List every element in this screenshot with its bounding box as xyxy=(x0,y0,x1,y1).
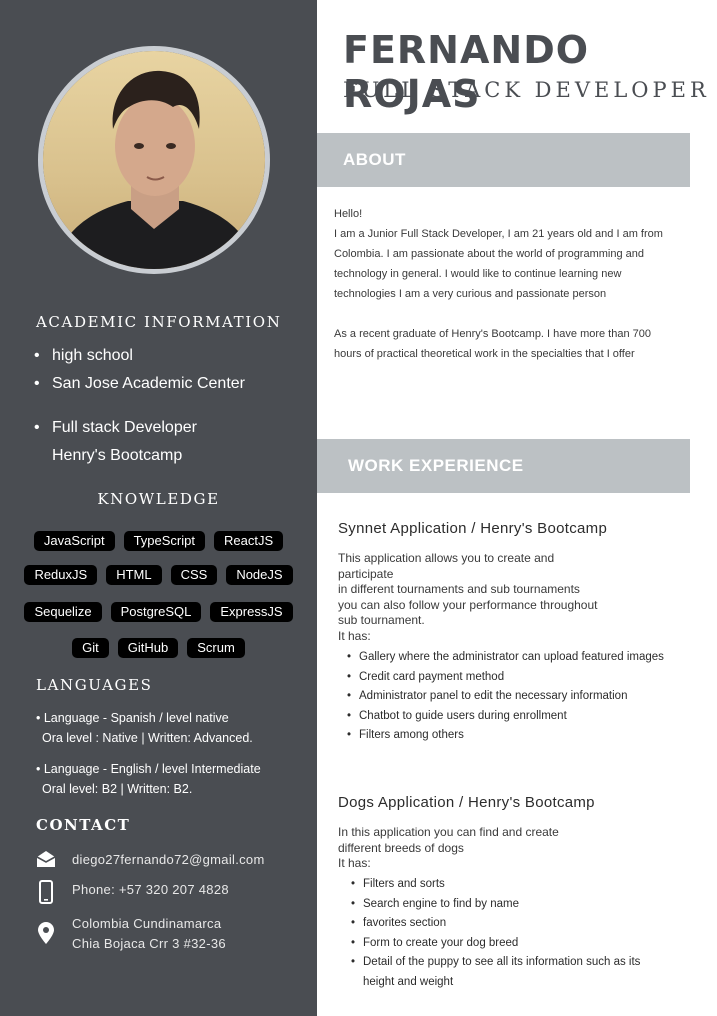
contact-heading: CONTACT xyxy=(36,816,131,834)
about-greeting: Hello! xyxy=(334,208,363,220)
skills-row: ReduxJS HTML CSS NodeJS xyxy=(0,565,317,585)
skill-chip: GitHub xyxy=(117,638,179,658)
language-level: Oral level: B2 | Written: B2. xyxy=(42,782,193,796)
skill-chip: Sequelize xyxy=(24,602,102,622)
academic-heading: ACADEMIC INFORMATION xyxy=(36,313,282,331)
about-paragraph: As a recent graduate of Henry's Bootcamp… xyxy=(334,328,652,360)
skill-chip: CSS xyxy=(170,565,218,585)
project-description-line: sub tournament. xyxy=(338,613,425,627)
skill-chip: Scrum xyxy=(187,638,245,658)
skills-row: JavaScript TypeScript ReactJS xyxy=(0,531,317,551)
skill-chip: HTML xyxy=(106,565,162,585)
project-feature: Credit card payment method xyxy=(347,668,669,688)
language-level: Ora level : Native | Written: Advanced. xyxy=(42,731,253,745)
address-line: Chia Bojaca Crr 3 #32-36 xyxy=(72,936,226,951)
project-feature: Form to create your dog breed xyxy=(351,934,653,954)
contact-address: Colombia Cundinamarca Chia Bojaca Crr 3 … xyxy=(36,914,226,954)
sidebar: ACADEMIC INFORMATION high school San Jos… xyxy=(0,0,317,1016)
academic-item: high school xyxy=(34,342,245,370)
email-text[interactable]: diego27fernando72@gmail.com xyxy=(72,850,265,870)
academic-item: San Jose Academic Center xyxy=(34,370,245,398)
skill-chip: ReduxJS xyxy=(24,565,98,585)
academic-list-bootcamp: Full stack Developer Henry's Bootcamp xyxy=(34,414,197,470)
language-item: • Language - Spanish / level native Ora … xyxy=(36,708,253,748)
project-feature-list: Gallery where the administrator can uplo… xyxy=(347,648,669,746)
project-description: This application allows you to create an… xyxy=(338,551,658,644)
project-feature: Chatbot to guide users during enrollment xyxy=(347,707,669,727)
location-pin-icon xyxy=(36,914,56,944)
project-feature: Filters and sorts xyxy=(351,875,653,895)
language-line: • Language - Spanish / level native xyxy=(36,711,229,725)
project-feature-list: Filters and sorts Search engine to find … xyxy=(351,875,653,992)
profile-photo xyxy=(43,51,265,269)
main-content: FERNANDO ROJAS FULL STACK DEVELOPER ABOU… xyxy=(317,0,717,1016)
skill-chip: PostgreSQL xyxy=(110,602,202,622)
project-feature: Administrator panel to edit the necessar… xyxy=(347,687,669,707)
skill-chip: ReactJS xyxy=(213,531,284,551)
skill-chip: NodeJS xyxy=(226,565,293,585)
language-line: • Language - English / level Intermediat… xyxy=(36,762,261,776)
job-title: FULL STACK DEVELOPER xyxy=(343,78,710,102)
project-description-line: in different tournaments and sub tournam… xyxy=(338,582,580,596)
academic-item: Henry's Bootcamp xyxy=(52,447,183,464)
project-description-line: different breeds of dogs xyxy=(338,840,464,855)
contact-phone: Phone: +57 320 207 4828 xyxy=(36,880,229,904)
project-title: Dogs Application / Henry's Bootcamp xyxy=(338,794,595,811)
academic-item: Full stack Developer xyxy=(34,414,197,442)
phone-icon xyxy=(36,880,56,904)
project-title: Synnet Application / Henry's Bootcamp xyxy=(338,520,608,537)
profile-photo-frame xyxy=(38,46,270,274)
contact-email: diego27fernando72@gmail.com xyxy=(36,850,265,870)
languages-heading: LANGUAGES xyxy=(36,676,153,694)
work-section-bar: WORK EXPERIENCE xyxy=(317,439,690,493)
language-item: • Language - English / level Intermediat… xyxy=(36,759,261,799)
skill-chip: TypeScript xyxy=(123,531,205,551)
about-paragraph: I am a Junior Full Stack Developer, I am… xyxy=(334,228,663,300)
about-heading: ABOUT xyxy=(343,150,406,169)
academic-list: high school San Jose Academic Center xyxy=(34,342,245,398)
about-text: Hello! I am a Junior Full Stack Develope… xyxy=(334,204,674,384)
project-feature: Search engine to find by name xyxy=(351,895,653,915)
project-feature: favorites section xyxy=(351,914,653,934)
profile-photo-illustration xyxy=(53,70,258,269)
project-feature: Detail of the puppy to see all its infor… xyxy=(351,953,653,992)
project-description-line: you can also follow your performance thr… xyxy=(338,597,598,612)
project-description-line: In this application you can find and cre… xyxy=(338,825,559,839)
address-line: Colombia Cundinamarca xyxy=(72,916,222,931)
project-description-line: This application allows you to create an… xyxy=(338,551,555,565)
person-name: FERNANDO ROJAS xyxy=(343,28,590,116)
skill-chip: ExpressJS xyxy=(210,602,293,622)
skills-row: Sequelize PostgreSQL ExpressJS xyxy=(0,602,317,622)
work-heading: WORK EXPERIENCE xyxy=(348,456,524,475)
phone-text: Phone: +57 320 207 4828 xyxy=(72,882,229,897)
skills-row: Git GitHub Scrum xyxy=(0,638,317,658)
address-text: Colombia Cundinamarca Chia Bojaca Crr 3 … xyxy=(72,914,226,954)
about-section-bar: ABOUT xyxy=(317,133,690,187)
skill-chip: JavaScript xyxy=(33,531,115,551)
project-feature: Gallery where the administrator can uplo… xyxy=(347,648,669,668)
project-description-line: It has: xyxy=(338,628,371,643)
project-description: In this application you can find and cre… xyxy=(338,825,658,872)
mail-icon xyxy=(36,850,56,868)
knowledge-heading: KNOWLEDGE xyxy=(97,490,220,508)
skill-chip: Git xyxy=(72,638,109,658)
project-feature: Filters among others xyxy=(347,726,669,746)
project-description-line: participate xyxy=(338,566,394,581)
project-description-line: It has: xyxy=(338,856,371,870)
